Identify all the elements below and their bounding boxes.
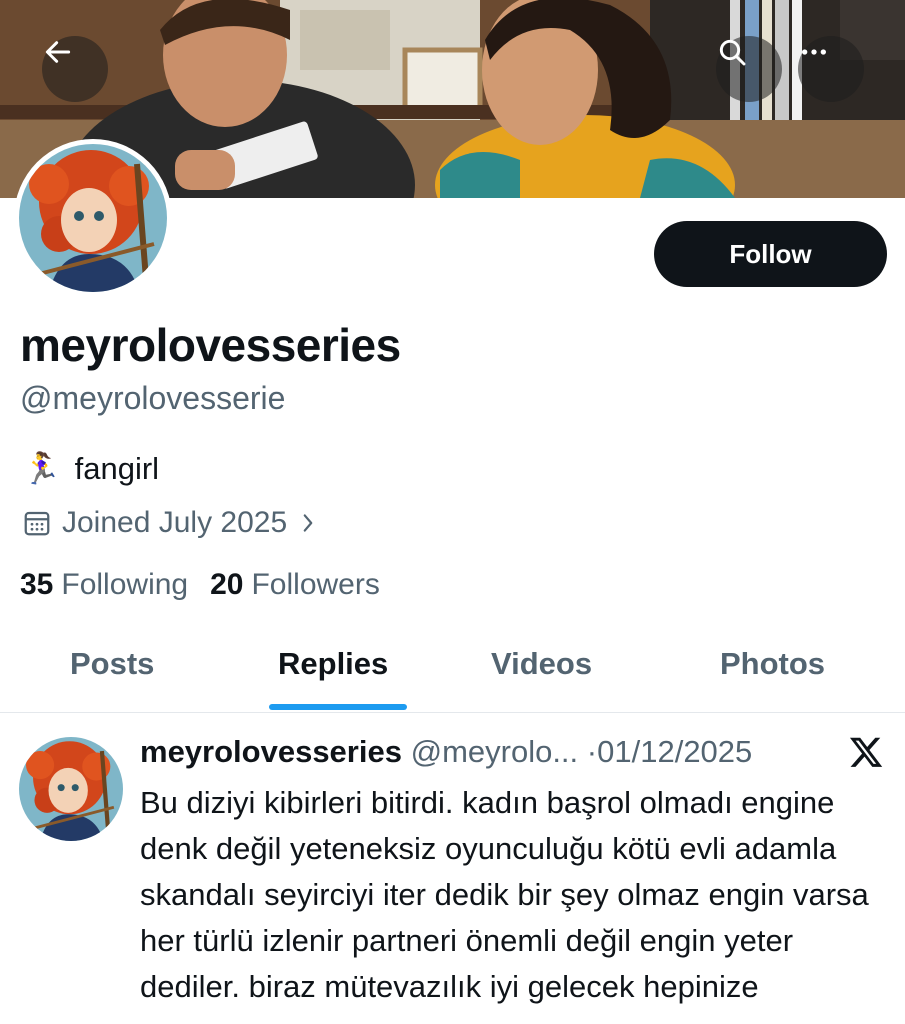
more-horizontal-icon — [802, 49, 826, 55]
profile-bio: 🏃‍♀️ fangirl — [22, 450, 159, 487]
post-header: meyrolovesseries @meyrolo... ·01/12/2025 — [140, 734, 830, 770]
calendar-icon — [24, 511, 50, 536]
active-tab-indicator — [269, 704, 407, 710]
display-name: meyrolovesseries — [20, 319, 401, 371]
post-separator: · — [586, 734, 598, 769]
post-author-handle[interactable]: @meyrolo... — [411, 734, 579, 769]
avatar-image — [19, 144, 167, 292]
profile-tabs: Posts Replies Videos Photos — [0, 626, 905, 713]
post-author-name[interactable]: meyrolovesseries — [140, 734, 402, 769]
profile-handle: @meyrolovesserie — [20, 380, 286, 416]
follow-button[interactable]: Follow — [654, 221, 887, 287]
runner-emoji: 🏃‍♀️ — [22, 451, 61, 486]
following-label: Following — [61, 568, 189, 601]
followers-count: 20 — [210, 568, 244, 601]
search-button[interactable] — [716, 36, 782, 102]
chevron-right-icon — [303, 514, 313, 532]
search-icon — [719, 39, 746, 66]
arrow-left-icon — [45, 41, 71, 63]
tab-photos[interactable]: Photos — [720, 646, 825, 682]
post-avatar-image — [19, 737, 123, 841]
following-count: 35 — [20, 568, 54, 601]
profile-avatar[interactable] — [14, 139, 172, 297]
joined-text: Joined July 2025 — [62, 506, 288, 539]
post-avatar[interactable] — [19, 737, 123, 841]
profile-stats: 35 Following 20 Followers — [20, 568, 380, 602]
more-options-button[interactable] — [798, 36, 864, 102]
joined-date-row[interactable]: Joined July 2025 — [22, 506, 319, 540]
followers-link[interactable]: 20 Followers — [210, 568, 380, 602]
back-button[interactable] — [42, 36, 108, 102]
following-link[interactable]: 35 Following — [20, 568, 188, 602]
followers-label: Followers — [251, 568, 380, 601]
profile-page: Follow meyrolovesseries @meyrolovesserie… — [0, 0, 905, 1024]
tab-replies[interactable]: Replies — [278, 646, 388, 682]
post-body-text: Bu diziyi kibirleri bitirdi. kadın başro… — [140, 785, 869, 1004]
bio-text: fangirl — [74, 450, 160, 486]
tab-videos[interactable]: Videos — [491, 646, 592, 682]
tab-posts[interactable]: Posts — [70, 646, 154, 682]
post-date[interactable]: 01/12/2025 — [597, 734, 752, 769]
x-logo-icon[interactable] — [848, 734, 884, 770]
